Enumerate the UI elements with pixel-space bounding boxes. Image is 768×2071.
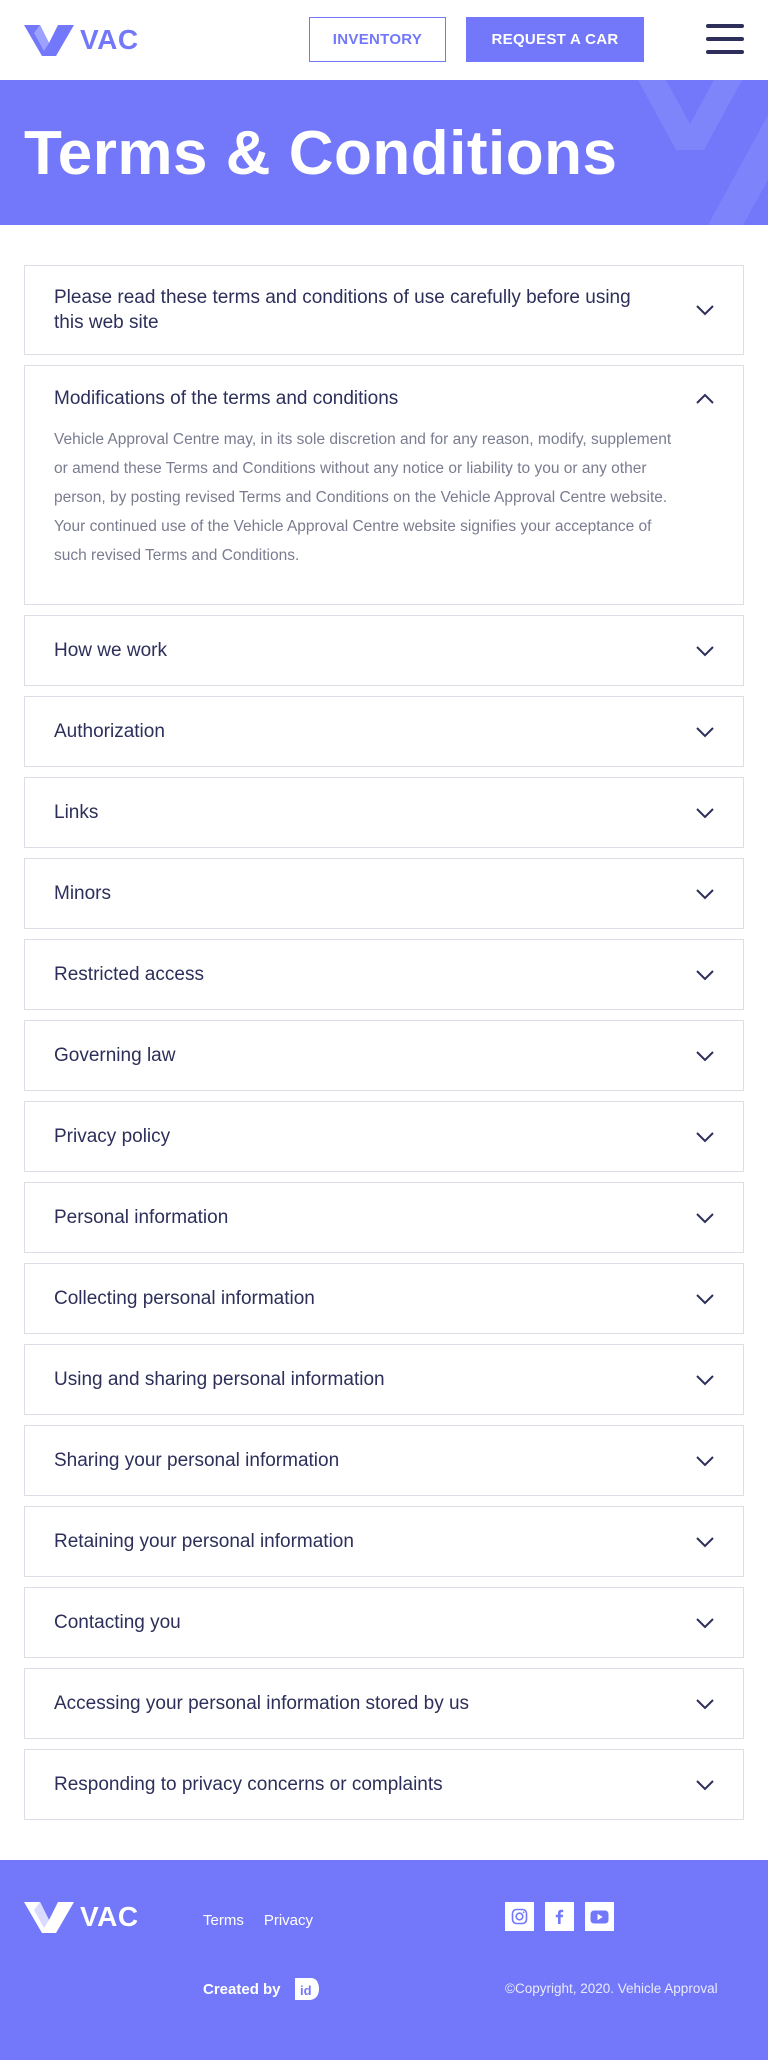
chevron-down-icon (696, 1293, 714, 1304)
youtube-icon[interactable] (585, 1902, 614, 1931)
accordion-item[interactable]: Contacting you (24, 1587, 744, 1658)
terms-accordion: Please read these terms and conditions o… (0, 225, 768, 1820)
accordion-title: Personal information (54, 1207, 229, 1228)
chevron-down-icon (696, 888, 714, 899)
chevron-down-icon (696, 969, 714, 980)
accordion-header[interactable]: Authorization (25, 697, 743, 766)
accordion-item[interactable]: Accessing your personal information stor… (24, 1668, 744, 1739)
accordion-item[interactable]: Governing law (24, 1020, 744, 1091)
accordion-title: Accessing your personal information stor… (54, 1693, 470, 1714)
page-title: Terms & Conditions (24, 119, 618, 188)
accordion-title: Responding to privacy concerns or compla… (54, 1774, 443, 1795)
chevron-down-icon (696, 726, 714, 737)
accordion-title: Collecting personal information (54, 1288, 315, 1309)
footer-links: Terms Privacy (203, 1912, 313, 1929)
accordion-body-text: Vehicle Approval Centre may, in its sole… (54, 431, 672, 564)
chevron-down-icon (696, 645, 714, 656)
chevron-down-icon (696, 1617, 714, 1628)
accordion-item[interactable]: Collecting personal information (24, 1263, 744, 1334)
site-footer: VAC Terms Privacy Created by id ©Copyrig… (0, 1860, 768, 2060)
inventory-button[interactable]: INVENTORY (309, 17, 446, 62)
accordion-item[interactable]: Using and sharing personal information (24, 1344, 744, 1415)
accordion-header[interactable]: Governing law (25, 1021, 743, 1090)
accordion-header[interactable]: How we work (25, 616, 743, 685)
accordion-header[interactable]: Accessing your personal information stor… (25, 1669, 743, 1738)
accordion-title: Sharing your personal information (54, 1450, 340, 1471)
accordion-item[interactable]: How we work (24, 615, 744, 686)
vac-logo-mark-icon (24, 1902, 74, 1933)
accordion-title: Contacting you (54, 1612, 181, 1633)
accordion-item[interactable]: Please read these terms and conditions o… (24, 265, 744, 355)
accordion-header[interactable]: Sharing your personal information (25, 1426, 743, 1495)
site-header: VAC INVENTORY REQUEST A CAR (0, 0, 768, 80)
accordion-header[interactable]: Personal information (25, 1183, 743, 1252)
accordion-title: Please read these terms and conditions o… (54, 287, 631, 333)
accordion-header[interactable]: Links (25, 778, 743, 847)
chevron-down-icon (696, 807, 714, 818)
chevron-down-icon (696, 1050, 714, 1061)
chevron-down-icon (696, 1779, 714, 1790)
accordion-item-expanded[interactable]: Modifications of the terms and condition… (24, 365, 744, 605)
accordion-title: Links (54, 802, 99, 823)
accordion-item[interactable]: Personal information (24, 1182, 744, 1253)
logo-text: VAC (80, 1901, 139, 1932)
accordion-title: Privacy policy (54, 1126, 171, 1147)
accordion-header[interactable]: Please read these terms and conditions o… (25, 266, 743, 354)
chevron-down-icon (696, 1455, 714, 1466)
hamburger-menu-icon[interactable] (706, 22, 744, 56)
accordion-header[interactable]: Responding to privacy concerns or compla… (25, 1750, 743, 1819)
vac-logo[interactable]: VAC (24, 23, 139, 57)
created-by: Created by id (203, 1976, 321, 2002)
accordion-title: Authorization (54, 721, 165, 742)
chevron-down-icon (696, 1131, 714, 1142)
facebook-icon[interactable] (545, 1902, 574, 1931)
accordion-title: Retaining your personal information (54, 1531, 354, 1552)
chevron-down-icon (696, 305, 714, 316)
hamburger-line (706, 37, 744, 41)
creator-logo-text: id (300, 1983, 312, 1998)
chevron-down-icon (696, 1536, 714, 1547)
creator-logo[interactable]: id (291, 1976, 321, 2002)
accordion-title: Governing law (54, 1045, 176, 1066)
chevron-up-icon (696, 393, 714, 404)
accordion-item[interactable]: Retaining your personal information (24, 1506, 744, 1577)
accordion-title: Minors (54, 883, 112, 904)
hamburger-line (706, 50, 744, 54)
accordion-header[interactable]: Minors (25, 859, 743, 928)
chevron-down-icon (696, 1698, 714, 1709)
accordion-item[interactable]: Responding to privacy concerns or compla… (24, 1749, 744, 1820)
copyright-text: ©Copyright, 2020. Vehicle Approval (505, 1981, 718, 1996)
accordion-header[interactable]: Contacting you (25, 1588, 743, 1657)
instagram-icon[interactable] (505, 1902, 534, 1931)
accordion-item[interactable]: Authorization (24, 696, 744, 767)
accordion-item[interactable]: Sharing your personal information (24, 1425, 744, 1496)
vac-logo-mark-icon (24, 25, 74, 56)
accordion-item[interactable]: Minors (24, 858, 744, 929)
accordion-title: How we work (54, 640, 167, 661)
social-links (505, 1902, 614, 1931)
accordion-title: Restricted access (54, 964, 204, 985)
chevron-down-icon (696, 1374, 714, 1385)
terms-link[interactable]: Terms (203, 1912, 244, 1929)
hero-banner: Terms & Conditions (0, 80, 768, 225)
accordion-header[interactable]: Modifications of the terms and condition… (25, 366, 743, 425)
hero-decoration-icon (638, 80, 768, 225)
accordion-header[interactable]: Retaining your personal information (25, 1507, 743, 1576)
accordion-header[interactable]: Restricted access (25, 940, 743, 1009)
accordion-header[interactable]: Using and sharing personal information (25, 1345, 743, 1414)
accordion-title: Modifications of the terms and condition… (54, 388, 399, 409)
footer-logo[interactable]: VAC (24, 1900, 139, 1934)
accordion-header[interactable]: Collecting personal information (25, 1264, 743, 1333)
created-by-label: Created by (203, 1980, 281, 1998)
accordion-header[interactable]: Privacy policy (25, 1102, 743, 1171)
logo-text: VAC (80, 24, 139, 55)
accordion-title: Using and sharing personal information (54, 1369, 385, 1390)
accordion-item[interactable]: Links (24, 777, 744, 848)
privacy-link[interactable]: Privacy (264, 1912, 313, 1929)
accordion-item[interactable]: Restricted access (24, 939, 744, 1010)
chevron-down-icon (696, 1212, 714, 1223)
accordion-item[interactable]: Privacy policy (24, 1101, 744, 1172)
request-a-car-button[interactable]: REQUEST A CAR (466, 17, 644, 62)
hamburger-line (706, 24, 744, 28)
